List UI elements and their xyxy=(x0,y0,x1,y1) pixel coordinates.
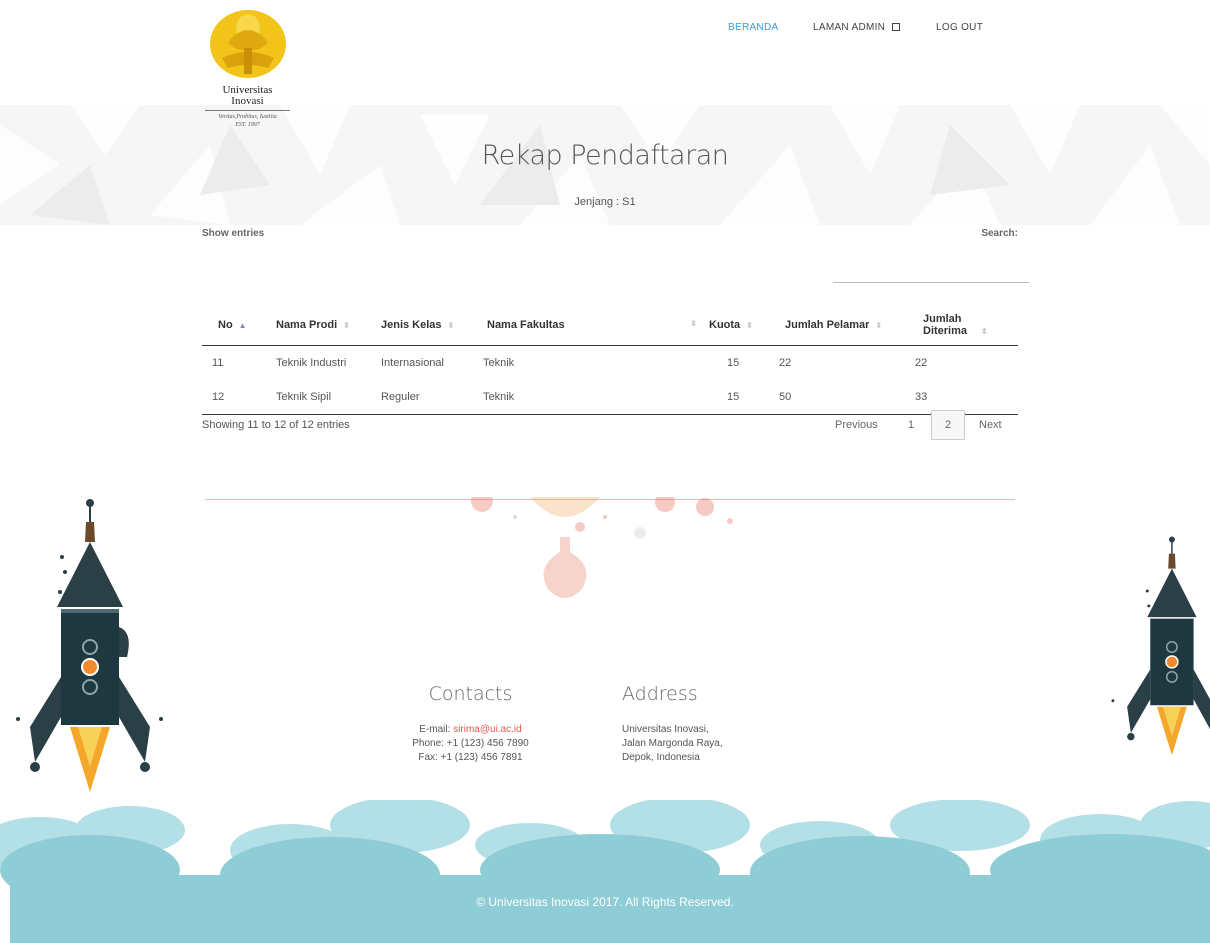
cell-jumlah-pelamar: 50 xyxy=(779,380,915,415)
column-header-label: No xyxy=(218,319,233,331)
column-header-label: Nama Fakultas xyxy=(487,319,565,331)
table-info: Showing 11 to 12 of 12 entries xyxy=(202,419,350,431)
cell-nama-prodi: Teknik Sipil xyxy=(276,380,381,415)
cell-kuota: 15 xyxy=(709,380,779,415)
email-link[interactable]: sirima@ui.ac.id xyxy=(453,724,522,735)
search-input[interactable] xyxy=(833,262,1029,283)
address-section: Address Universitas Inovasi, Jalan Margo… xyxy=(622,683,782,765)
nav-laman-admin-label: LAMAN ADMIN xyxy=(813,22,886,33)
table-header-row: No ▲ Nama Prodi ⬍ Jenis Kelas ⬍ Nama Fakult… xyxy=(202,305,1018,346)
address-line: Universitas Inovasi, xyxy=(622,724,709,735)
address-line: Jalan Margonda Raya, xyxy=(622,738,723,749)
page-subtitle: Jenjang : S1 xyxy=(574,196,636,208)
email-label: E-mail: xyxy=(419,724,454,735)
cloud-footer-background xyxy=(0,800,1210,943)
contact-phone: Phone: +1 (123) 456 7890 xyxy=(412,738,529,749)
contacts-title: Contacts xyxy=(428,683,513,705)
logo-name-line2: Inovasi xyxy=(231,95,264,107)
nav-log-out[interactable]: LOG OUT xyxy=(936,22,983,33)
column-header-nama-prodi[interactable]: Nama Prodi ⬍ xyxy=(276,305,381,346)
nav-beranda[interactable]: BERANDA xyxy=(728,22,778,33)
sort-icon: ⬍ xyxy=(690,319,697,328)
dropdown-square-icon xyxy=(892,23,901,32)
sort-asc-icon: ▲ xyxy=(238,321,247,330)
next-button[interactable]: Next xyxy=(979,419,1002,431)
contacts-section: Contacts E-mail: sirima@ui.ac.id Phone: … xyxy=(398,683,543,765)
university-logo[interactable]: Universitas Inovasi Veritas,Probitas, Iu… xyxy=(205,8,290,136)
page-2-button[interactable]: 2 xyxy=(931,410,965,440)
table-row: 11 Teknik Industri Internasional Teknik … xyxy=(202,346,1018,381)
nav-laman-admin[interactable]: LAMAN ADMIN xyxy=(813,22,901,33)
column-header-nama-fakultas[interactable]: Nama Fakultas ⬍ xyxy=(481,305,709,346)
cell-no: 12 xyxy=(202,380,276,415)
logo-est: EST. 1997 xyxy=(235,122,260,128)
copyright-text: © Universitas Inovasi 2017. All Rights R… xyxy=(476,895,734,909)
column-header-jumlah-pelamar[interactable]: Jumlah Pelamar ⬍ xyxy=(779,305,915,346)
cell-nama-fakultas: Teknik xyxy=(483,357,515,369)
column-header-jenis-kelas[interactable]: Jenis Kelas ⬍ xyxy=(381,305,481,346)
address-line: Depok, Indonesia xyxy=(622,752,700,763)
contact-fax: Fax: +1 (123) 456 7891 xyxy=(418,752,523,763)
cell-jumlah-diterima: 33 xyxy=(915,380,1018,415)
previous-button[interactable]: Previous xyxy=(835,419,878,431)
sort-icon: ⬍ xyxy=(746,321,753,330)
logo-motto: Veritas,Probitas, Iustitia xyxy=(205,110,290,121)
column-header-kuota[interactable]: Kuota ⬍ xyxy=(709,305,779,346)
cell-jumlah-diterima: 22 xyxy=(915,357,928,369)
sort-icon: ⬍ xyxy=(447,321,455,330)
table-row: 12 Teknik Sipil Reguler Teknik 15 50 33 xyxy=(202,380,1018,415)
page-1-button[interactable]: 1 xyxy=(908,419,914,431)
column-header-label: Jumlah Diterima xyxy=(923,313,968,337)
sort-icon: ⬍ xyxy=(981,327,988,336)
cell-no: 11 xyxy=(212,357,224,369)
show-entries-label: Show entries xyxy=(202,228,265,239)
address-title: Address xyxy=(622,683,698,705)
cell-nama-prodi: Teknik Industri xyxy=(276,357,347,369)
column-header-label: Jumlah Pelamar xyxy=(785,319,870,331)
cell-nama-fakultas: Teknik xyxy=(481,380,709,415)
column-header-label: Jenis Kelas xyxy=(381,319,442,331)
column-header-no[interactable]: No ▲ xyxy=(202,305,276,346)
search-label: Search: xyxy=(981,228,1018,239)
decorative-flask-illustration xyxy=(471,497,733,598)
column-header-jumlah-diterima[interactable]: Jumlah Diterima ⬍ xyxy=(915,305,1018,346)
column-header-label: Nama Prodi xyxy=(276,319,338,331)
makara-emblem-icon xyxy=(209,10,286,78)
sort-icon: ⬍ xyxy=(875,321,883,330)
column-header-label: Kuota xyxy=(709,319,741,331)
rekap-table: No ▲ Nama Prodi ⬍ Jenis Kelas ⬍ Nama Fakult… xyxy=(202,305,1018,415)
page-title: Rekap Pendaftaran xyxy=(481,140,729,171)
rocket-right-icon xyxy=(1111,536,1210,756)
cell-jenis-kelas: Internasional xyxy=(381,357,444,369)
sort-icon: ⬍ xyxy=(343,321,350,330)
cell-kuota: 15 xyxy=(727,357,740,369)
rocket-left-icon xyxy=(16,499,163,792)
cell-jumlah-pelamar: 22 xyxy=(779,357,792,369)
contact-email: E-mail: sirima@ui.ac.id xyxy=(398,723,543,737)
cell-jenis-kelas: Reguler xyxy=(381,380,481,415)
